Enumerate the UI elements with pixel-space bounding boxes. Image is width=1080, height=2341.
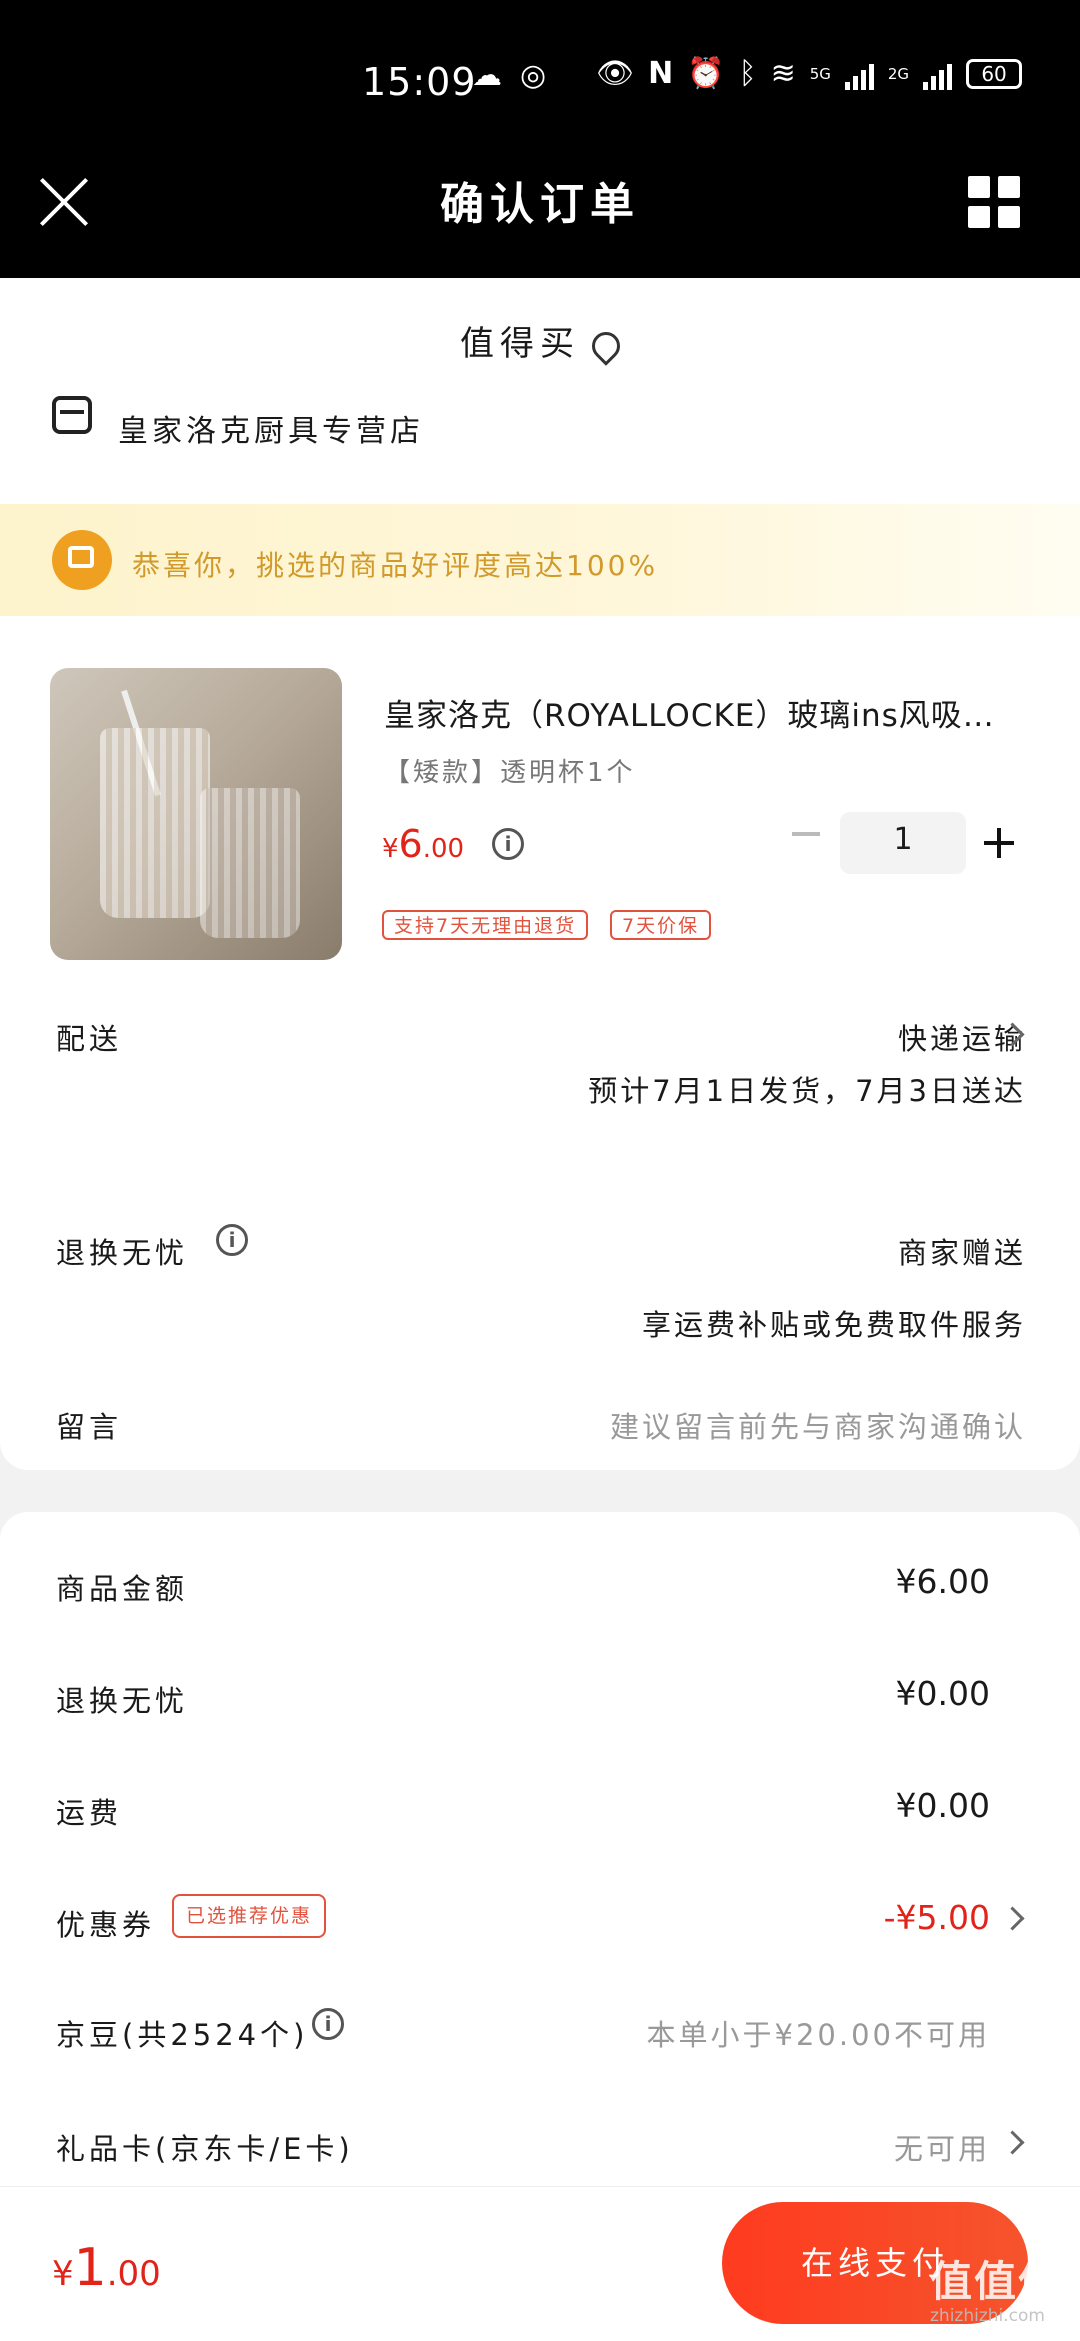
bluetooth-icon: ᛒ (738, 56, 757, 91)
status-time: 15:09 (362, 60, 477, 104)
wechat-icon: ☁ (472, 58, 502, 93)
return-service-value: 商家赠送 (897, 1236, 1026, 1270)
goods-amount-value: ¥6.00 (895, 1562, 990, 1601)
currency-symbol: ¥ (382, 834, 399, 864)
order-total: ¥1.00 (52, 2238, 161, 2298)
shipping-value: ¥0.00 (895, 1786, 990, 1825)
coupon-selected-tag: 已选推荐优惠 (172, 1894, 327, 1938)
location-pin-icon (586, 325, 626, 366)
price-protect-tag: 7天价保 (610, 910, 712, 940)
jd-beans-label: 京豆(共2524个) (56, 2018, 309, 2052)
watermark-site: zhizhizhi.com (930, 2306, 1045, 2326)
total-decimal: .00 (106, 2254, 161, 2294)
menu-grid-icon[interactable] (968, 176, 1020, 228)
thumbs-up-icon (52, 530, 112, 590)
delivery-label: 配送 (56, 1022, 123, 1056)
return-service-note: 享运费补贴或免费取件服务 (641, 1308, 1026, 1342)
total-integer: 1 (73, 2238, 107, 2298)
app-header (0, 0, 1080, 278)
return-service-info-icon[interactable]: i (216, 1224, 248, 1256)
gift-card-value[interactable]: 无可用 (894, 2126, 990, 2168)
goods-amount-label: 商品金额 (56, 1572, 189, 1606)
coupon-label: 优惠券 (56, 1908, 156, 1942)
total-currency: ¥ (52, 2254, 74, 2294)
alarm-icon: ⏰ (687, 56, 725, 91)
delivery-eta: 预计7月1日发货，7月3日送达 (588, 1074, 1026, 1108)
shop-name[interactable]: 皇家洛克厨具专营店 (118, 406, 424, 450)
jd-beans-value: 本单小于¥20.00不可用 (646, 2018, 990, 2052)
product-title[interactable]: 皇家洛克（ROYALLOCKE）玻璃ins风吸… (384, 690, 1034, 735)
eye-icon: 👁 (596, 56, 635, 91)
quantity-plus-button[interactable] (984, 828, 1014, 858)
signal-bars-2-icon (923, 58, 953, 90)
signal-bars-icon (844, 58, 874, 90)
product-price: ¥6.00 (382, 822, 464, 866)
jd-beans-info-icon[interactable]: i (312, 2008, 344, 2040)
product-image[interactable] (50, 668, 342, 960)
battery-icon: 60 (966, 58, 1023, 89)
rating-banner-text: 恭喜你，挑选的商品好评度高达100% (132, 549, 659, 582)
quantity-minus-button[interactable] (792, 832, 820, 836)
signal-5g-label: 5G (809, 64, 831, 83)
nfc-icon: N (648, 56, 674, 91)
zdm-banner: 值得买 (0, 316, 1080, 366)
price-info-icon[interactable]: i (492, 828, 524, 860)
zdm-label: 值得买 (460, 324, 580, 364)
price-integer: 6 (398, 822, 423, 866)
wifi-icon: ≋ (770, 56, 796, 91)
shipping-label: 运费 (56, 1796, 123, 1830)
message-input[interactable]: 建议留言前先与商家沟通确认 (610, 1404, 1026, 1446)
status-indicators: 👁 N ⏰ ᛒ ≋ 5G 2G 60 (596, 56, 1023, 91)
message-label: 留言 (56, 1410, 123, 1444)
signal-2g-label: 2G (887, 64, 910, 83)
zhi-app-icon: ◎ (520, 58, 547, 93)
page-title: 确认订单 (440, 179, 640, 230)
price-decimal: .00 (422, 834, 465, 864)
quantity-input[interactable]: 1 (840, 812, 966, 874)
coupon-value[interactable]: -¥5.00 (884, 1898, 990, 1937)
notification-icons: ☁ ◎ (472, 58, 546, 93)
gift-card-label: 礼品卡(京东卡/E卡) (56, 2132, 354, 2166)
return-fee-label: 退换无忧 (56, 1684, 189, 1718)
return-fee-value: ¥0.00 (895, 1674, 990, 1713)
return-service-label: 退换无忧 (56, 1236, 189, 1270)
product-spec[interactable]: 【矮款】透明杯1个 (384, 752, 636, 789)
shop-icon (52, 396, 92, 434)
return-policy-tag: 支持7天无理由退货 (382, 910, 589, 940)
watermark-logo: 值值值 (930, 2257, 1063, 2306)
